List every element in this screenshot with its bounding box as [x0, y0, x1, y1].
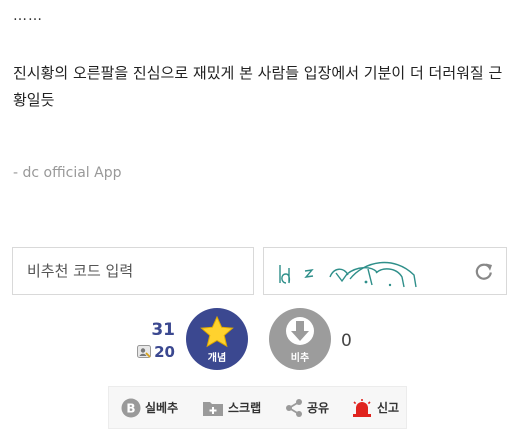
fixed-upvote-count: 20 — [154, 343, 175, 361]
share-label: 공유 — [307, 401, 330, 415]
scrap-button[interactable]: 스크랩 — [202, 387, 261, 428]
upvote-label: 개념 — [207, 353, 227, 364]
star-icon — [200, 316, 234, 348]
app-signature: - dc official App — [13, 165, 122, 181]
best-b-icon: B — [121, 398, 141, 417]
thumb-down-arrow-icon — [286, 317, 314, 345]
downvote-code-input[interactable] — [13, 248, 253, 294]
downvote-button[interactable]: 비추 — [269, 308, 331, 370]
share-button[interactable]: 공유 — [285, 387, 329, 428]
siren-icon — [353, 398, 371, 417]
report-label: 신고 — [377, 401, 400, 415]
post-ellipsis: …… — [13, 8, 43, 24]
fixed-user-icon — [137, 345, 151, 358]
refresh-icon[interactable] — [474, 261, 494, 281]
folder-plus-icon — [203, 401, 223, 416]
best-recommend-button[interactable]: B 실베추 — [121, 387, 178, 428]
downvote-count: 0 — [341, 331, 352, 351]
upvote-count: 31 — [151, 320, 175, 340]
upvote-button[interactable]: 개념 — [186, 308, 248, 370]
svg-text:B: B — [126, 401, 135, 415]
downvote-code-field — [12, 247, 254, 295]
report-button[interactable]: 신고 — [351, 387, 399, 428]
downvote-label: 비추 — [290, 353, 310, 364]
captcha-image — [279, 261, 417, 288]
fixed-upvote: 20 — [137, 343, 177, 361]
post-action-bar: B 실베추 스크랩 공유 신고 — [108, 386, 407, 429]
captcha-box — [263, 247, 507, 295]
share-icon — [286, 398, 302, 417]
post-body: 진시황의 오른팔을 진심으로 재밌게 본 사람들 입장에서 기분이 더 더러워질… — [13, 64, 503, 109]
best-recommend-label: 실베추 — [145, 401, 179, 415]
scrap-label: 스크랩 — [228, 401, 262, 415]
